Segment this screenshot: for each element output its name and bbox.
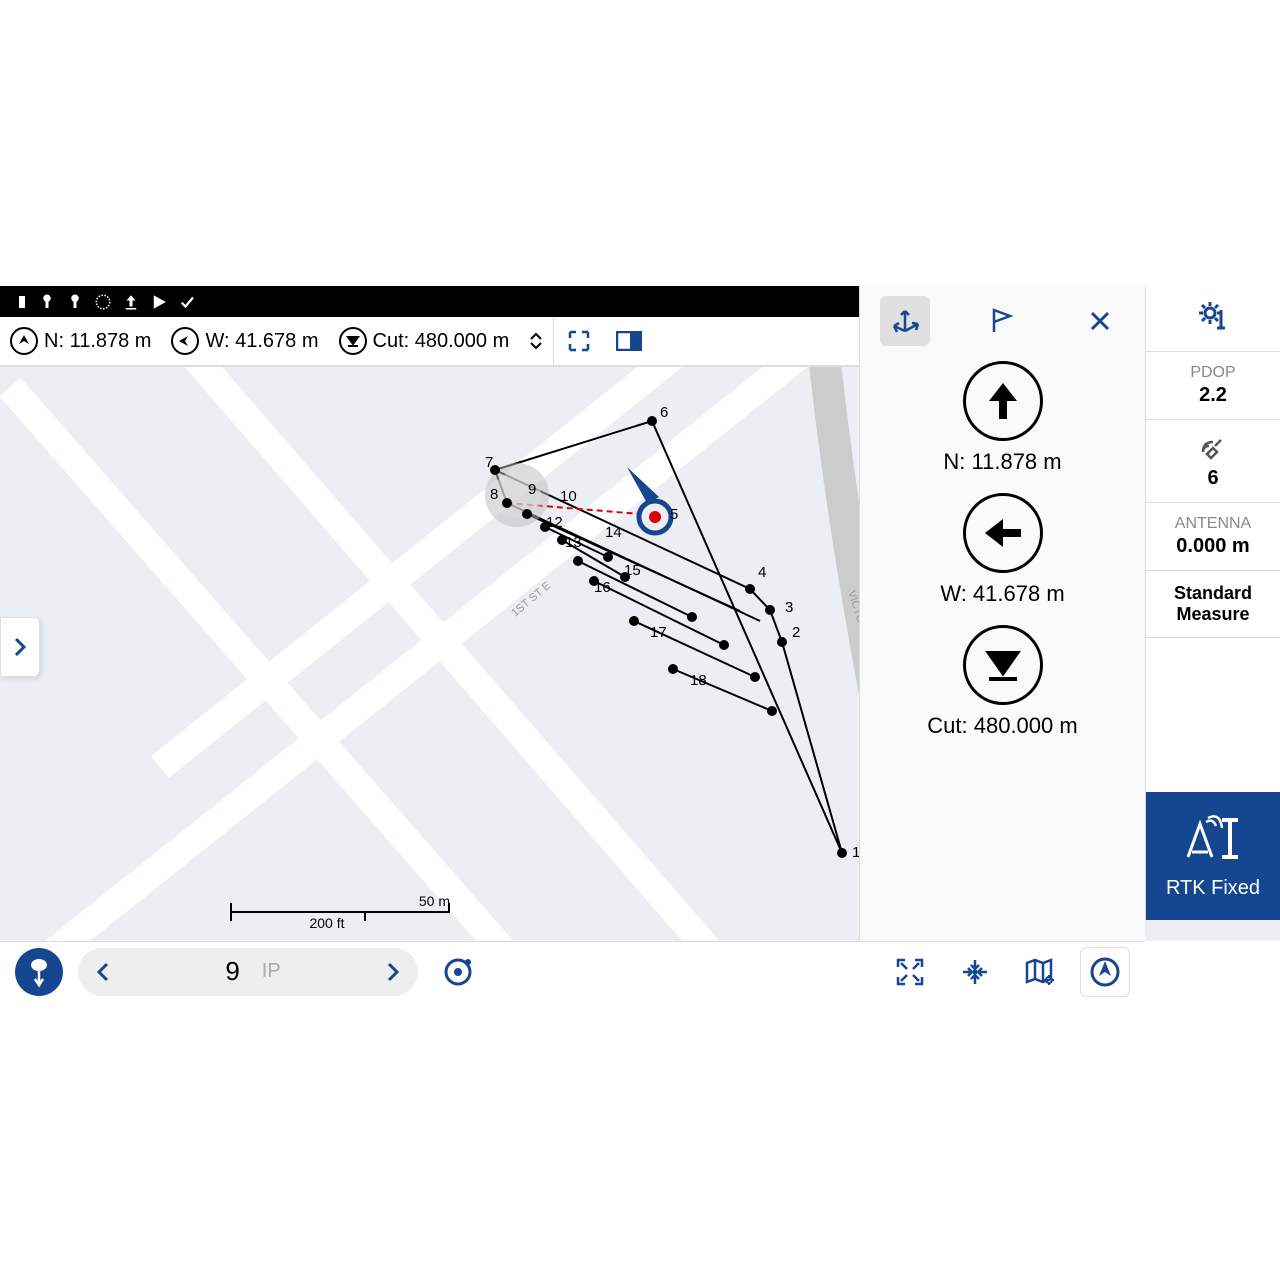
svg-text:7: 7: [485, 454, 493, 471]
key-icon: [66, 293, 84, 311]
nav-mode-axes-button[interactable]: [880, 296, 930, 346]
west-readout[interactable]: W: 41.678 m: [161, 327, 328, 355]
panel-toggle-button[interactable]: [604, 316, 654, 366]
rtk-status-button[interactable]: RTK Fixed: [1146, 792, 1280, 920]
svg-text:16: 16: [594, 579, 611, 596]
svg-text:13: 13: [565, 534, 582, 551]
status-sidebar: PDOP 2.2 6 ANTENNA 0.000 m Standard Meas…: [1145, 286, 1280, 920]
settings-button[interactable]: [1146, 286, 1280, 352]
point-number[interactable]: 9: [225, 956, 239, 987]
prev-point-button[interactable]: [83, 952, 123, 992]
rtk-icon: [1178, 812, 1248, 862]
check-icon: [178, 293, 196, 311]
svg-text:4: 4: [758, 564, 766, 581]
svg-text:18: 18: [690, 672, 707, 689]
navigation-panel: N: 11.878 m W: 41.678 m Cut: 480.000 m: [859, 286, 1145, 1001]
notification-icon: [94, 293, 112, 311]
bottom-toolbar: 9 IP: [0, 941, 1145, 1001]
cut-direction-icon: [963, 625, 1043, 705]
close-nav-panel-button[interactable]: [1075, 296, 1125, 346]
pdop-readout[interactable]: PDOP 2.2: [1146, 352, 1280, 420]
play-icon: [150, 293, 168, 311]
svg-text:9: 9: [528, 481, 536, 498]
svg-text:15: 15: [624, 562, 641, 579]
west-value: W: 41.678 m: [940, 581, 1064, 607]
north-value: N: 11.878 m: [943, 449, 1061, 475]
key-icon: [38, 293, 56, 311]
svg-text:8: 8: [490, 486, 498, 503]
svg-text:12: 12: [546, 514, 563, 531]
satellites-readout[interactable]: 6: [1146, 420, 1280, 503]
notification-icon: [10, 293, 28, 311]
scale-bar: 50 m 200 ft: [230, 893, 450, 931]
north-readout[interactable]: N: 11.878 m: [0, 327, 161, 355]
upload-icon: [122, 293, 140, 311]
fullscreen-button[interactable]: [554, 316, 604, 366]
expand-panel-tab[interactable]: [0, 617, 40, 677]
north-arrow-icon: [10, 327, 38, 355]
map-settings-button[interactable]: [1015, 947, 1065, 997]
nav-mode-flag-button[interactable]: [978, 296, 1028, 346]
west-arrow-icon: [171, 327, 199, 355]
svg-text:6: 6: [660, 404, 668, 421]
satellite-icon: [1199, 432, 1227, 460]
svg-text:5: 5: [670, 506, 678, 523]
center-button[interactable]: [950, 947, 1000, 997]
cut-icon: [339, 327, 367, 355]
point-code: IP: [262, 960, 281, 983]
compass-button[interactable]: [1080, 947, 1130, 997]
north-direction-icon: [963, 361, 1043, 441]
svg-text:14: 14: [605, 524, 622, 541]
point-selector: 9 IP: [78, 948, 418, 996]
cut-value: Cut: 480.000 m: [927, 713, 1077, 739]
stake-mode-button[interactable]: [15, 948, 63, 996]
svg-text:2: 2: [792, 624, 800, 641]
target-point-button[interactable]: [433, 947, 483, 997]
zoom-extents-button[interactable]: [885, 947, 935, 997]
svg-text:17: 17: [650, 624, 667, 641]
next-point-button[interactable]: [373, 952, 413, 992]
coords-expand-toggle[interactable]: [529, 331, 543, 351]
measure-mode-button[interactable]: Standard Measure: [1146, 571, 1280, 638]
svg-text:3: 3: [785, 599, 793, 616]
cut-readout[interactable]: Cut: 480.000 m: [329, 327, 520, 355]
antenna-readout[interactable]: ANTENNA 0.000 m: [1146, 503, 1280, 571]
west-direction-icon: [963, 493, 1043, 573]
svg-text:10: 10: [560, 488, 577, 505]
